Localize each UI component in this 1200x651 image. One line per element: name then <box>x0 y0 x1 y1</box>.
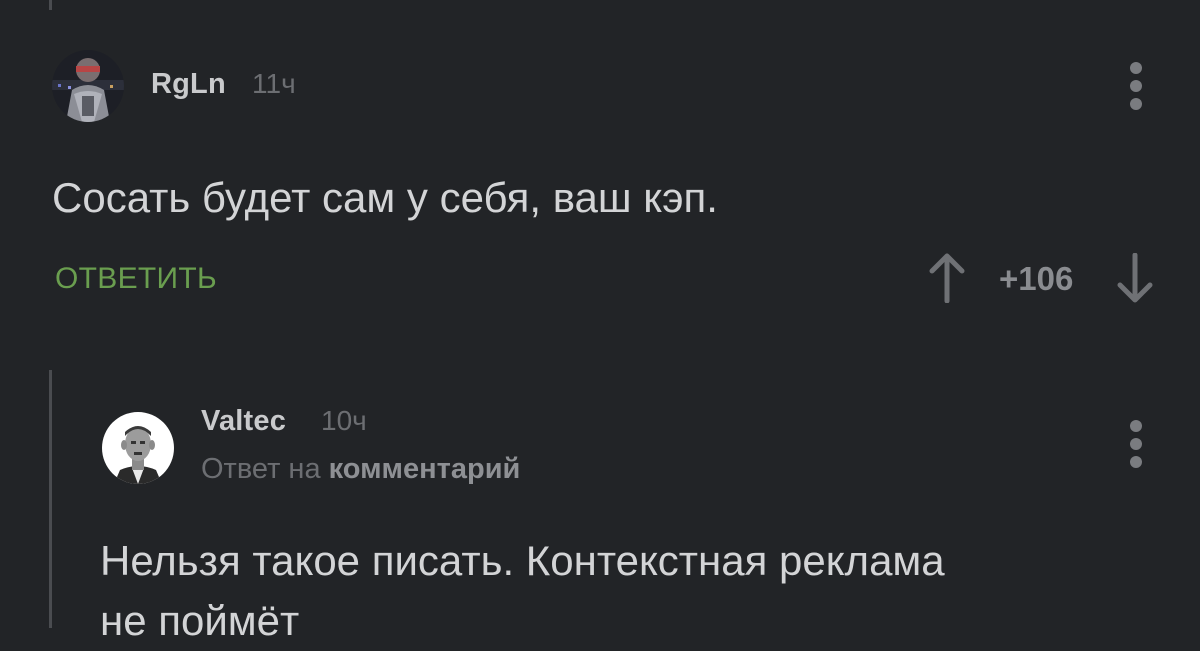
comment-text: Сосать будет сам у себя, ваш кэп. <box>52 174 718 221</box>
portrait-avatar-icon <box>102 412 174 484</box>
comment-text-line: не поймёт <box>100 597 300 644</box>
reply-button[interactable]: ОТВЕТИТЬ <box>55 262 217 296</box>
robocop-avatar-icon <box>52 50 124 122</box>
reply-to-prefix: Ответ на <box>201 453 321 485</box>
upvote-arrow-icon[interactable] <box>928 253 966 303</box>
more-menu-icon[interactable] <box>1129 62 1143 110</box>
comment-time: 11ч <box>252 68 296 99</box>
user-avatar[interactable] <box>102 412 174 484</box>
thread-line <box>49 370 52 628</box>
more-menu-icon[interactable] <box>1129 420 1143 468</box>
reply-to-info: Ответ на комментарий <box>201 453 520 486</box>
reply-to-link[interactable]: комментарий <box>329 453 521 485</box>
user-avatar[interactable] <box>52 50 124 122</box>
thread-line <box>49 0 52 10</box>
comment-author[interactable]: RgLn <box>151 68 226 101</box>
comment-text-line: Нельзя такое писать. Контекстная реклама <box>100 537 945 584</box>
comment-time: 10ч <box>321 405 367 436</box>
downvote-arrow-icon[interactable] <box>1116 253 1154 303</box>
comment-author[interactable]: Valtec <box>201 405 286 438</box>
rating-count: +106 <box>999 260 1074 297</box>
